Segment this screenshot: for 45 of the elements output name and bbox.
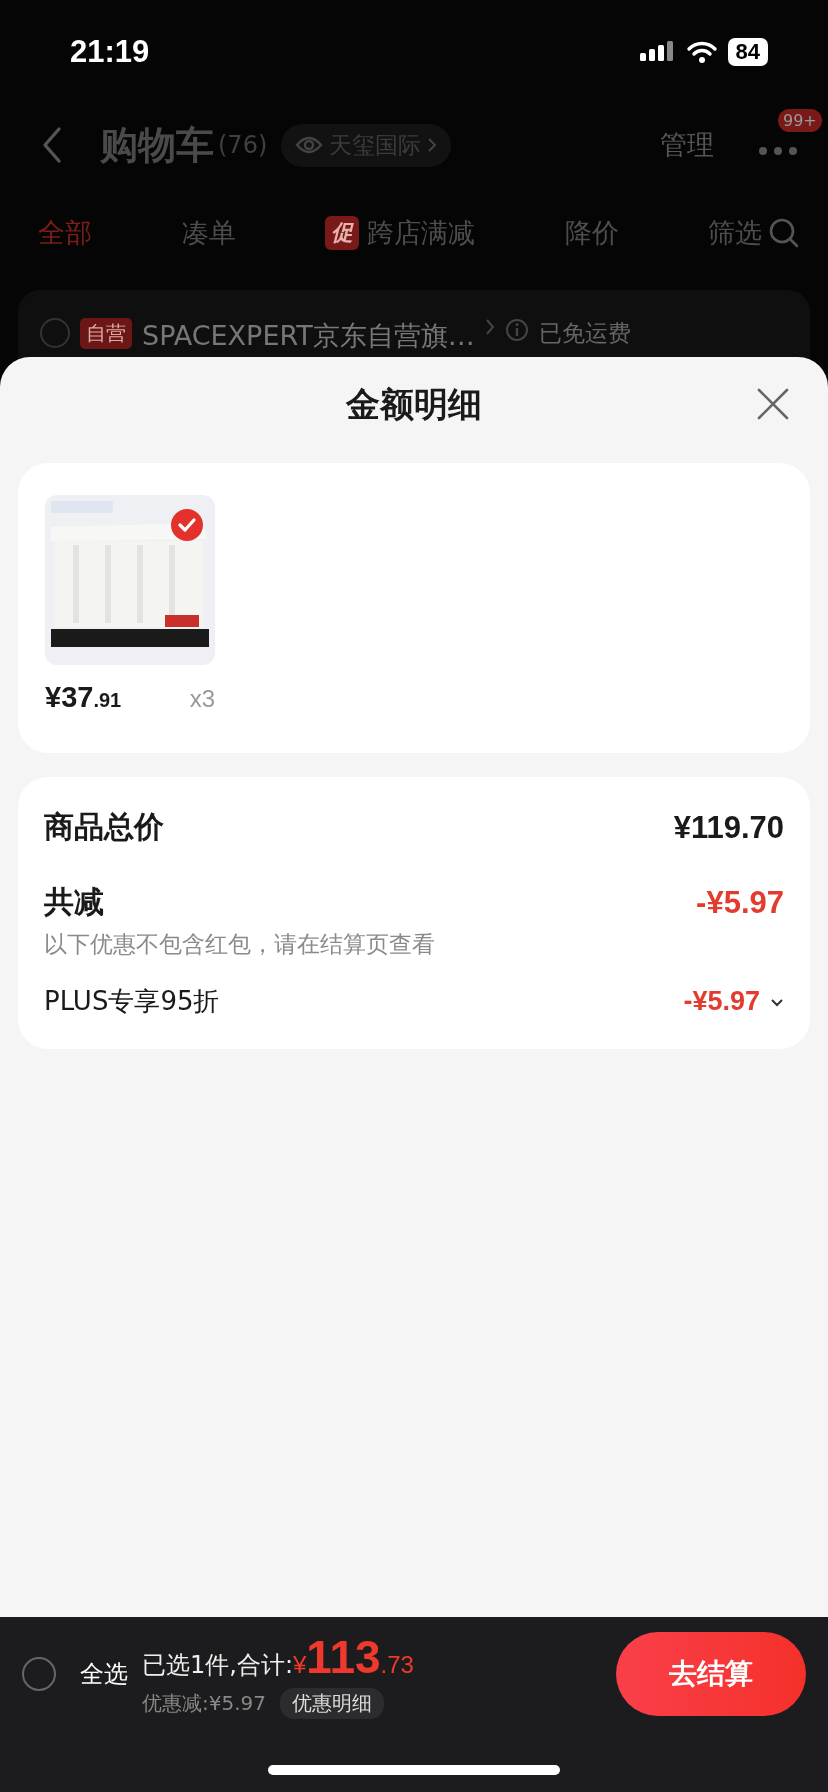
eye-icon — [295, 135, 324, 155]
info-icon — [504, 318, 529, 342]
expand-icon[interactable] — [770, 996, 784, 1007]
total-price: ¥113.73 — [293, 1629, 414, 1684]
discount-detail-button[interactable]: 优惠明细 — [280, 1687, 384, 1719]
check-icon[interactable] — [171, 509, 203, 541]
more-icon[interactable] — [758, 145, 798, 156]
chevron-icon — [427, 137, 438, 153]
discount-amount: -¥5.97 — [683, 986, 760, 1017]
tab[interactable]: 促 跨店满减 — [325, 215, 475, 251]
tab[interactable]: 全部 — [38, 215, 92, 251]
checkbox[interactable] — [40, 318, 70, 348]
select-all-label[interactable]: 全选 — [80, 1658, 128, 1690]
total-label: 商品总价 — [44, 808, 164, 846]
selected-summary: 已选1件,合计: — [142, 1649, 293, 1681]
discount-note: 以下优惠不包含红包，请在结算页查看 — [44, 930, 436, 959]
discount-name: PLUS专享95折 — [44, 985, 220, 1018]
checkbox[interactable] — [22, 1657, 56, 1691]
item-quantity: x3 — [189, 685, 215, 713]
manage-button[interactable]: 管理 — [660, 127, 714, 163]
total-value: ¥119.70 — [673, 809, 784, 846]
sheet-title: 金额明细 — [346, 383, 482, 426]
page-title: 购物车 — [100, 121, 214, 169]
notification-badge: 99+ — [778, 108, 822, 132]
chevron-icon — [484, 318, 495, 336]
tab[interactable]: 降价 — [564, 215, 619, 251]
discount-text: 优惠减:¥5.97 — [142, 1689, 266, 1717]
wifi-icon — [685, 40, 718, 64]
search-icon[interactable] — [768, 217, 800, 249]
back-icon[interactable] — [42, 126, 62, 164]
item-price: ¥37.91 — [45, 681, 122, 714]
close-icon[interactable] — [756, 387, 790, 421]
store-name[interactable]: SPACEXPERT京东自营旗… — [142, 318, 475, 354]
discount-value: -¥5.97 — [696, 884, 784, 921]
filter-button[interactable]: 筛选 — [708, 215, 762, 251]
checkout-button[interactable]: 去结算 — [616, 1632, 806, 1716]
discount-label: 共减 — [44, 883, 104, 921]
battery-icon: 84 — [727, 38, 768, 66]
signal-icon — [639, 41, 676, 63]
tab[interactable]: 凑单 — [181, 215, 236, 251]
status-time: 21:19 — [70, 34, 150, 70]
promo-tag: 促 — [325, 216, 359, 250]
shipping-text: 已免运费 — [538, 319, 631, 348]
item-count: (76) — [218, 131, 268, 159]
store-tag: 自营 — [80, 318, 132, 349]
